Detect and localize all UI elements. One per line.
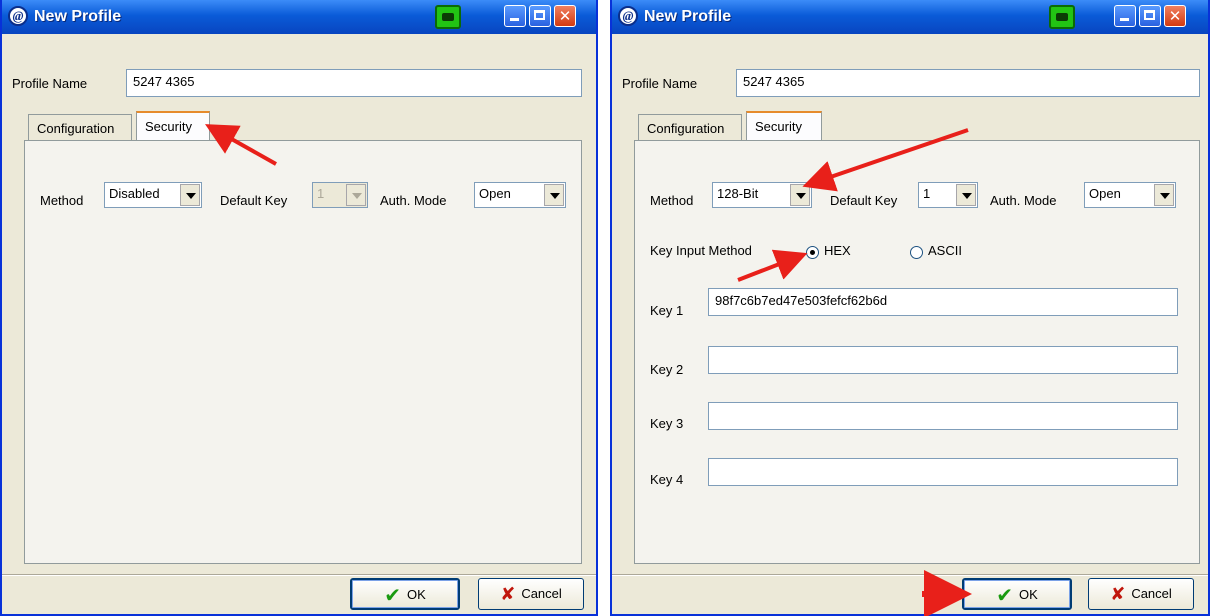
chevron-down-icon[interactable] xyxy=(180,184,200,206)
ok-button-label: OK xyxy=(1018,587,1038,602)
key-4-label: Key 4 xyxy=(650,472,684,487)
tab-configuration[interactable]: Configuration xyxy=(28,114,132,140)
method-dropdown-value: 128-Bit xyxy=(717,186,759,201)
x-icon: ✘ xyxy=(1110,584,1126,605)
footer-divider xyxy=(2,574,596,576)
auth-mode-label: Auth. Mode xyxy=(990,193,1057,208)
chevron-down-icon[interactable] xyxy=(956,184,976,206)
x-icon: ✘ xyxy=(500,584,516,605)
ok-button[interactable]: ✔ OK xyxy=(350,578,460,610)
auth-mode-dropdown[interactable]: Open xyxy=(1084,182,1176,208)
key-2-input[interactable] xyxy=(708,346,1178,374)
network-icon[interactable] xyxy=(1049,5,1075,29)
method-dropdown-value: Disabled xyxy=(109,186,160,201)
ok-button[interactable]: ✔ OK xyxy=(962,578,1072,610)
chevron-down-icon xyxy=(346,184,366,206)
app-logo-icon: @ xyxy=(618,6,638,26)
profile-name-input[interactable]: 5247 4365 xyxy=(736,69,1200,97)
key-2-label: Key 2 xyxy=(650,362,684,377)
title-bar[interactable]: @ New Profile ✕ xyxy=(2,0,596,34)
auth-mode-value: Open xyxy=(479,186,511,201)
key-4-input[interactable] xyxy=(708,458,1178,486)
window-title: New Profile xyxy=(34,8,122,25)
profile-name-label: Profile Name xyxy=(622,76,698,91)
app-logo-icon: @ xyxy=(8,6,28,26)
chevron-down-icon[interactable] xyxy=(790,184,810,206)
right-dialog-window: @ New Profile ✕ Profile Name 5247 4365 C… xyxy=(610,0,1210,616)
cancel-button[interactable]: ✘ Cancel xyxy=(1088,578,1194,610)
network-icon[interactable] xyxy=(435,5,461,29)
window-title: New Profile xyxy=(644,8,732,25)
footer-divider xyxy=(612,574,1208,576)
key-input-method-label: Key Input Method xyxy=(650,243,752,258)
key-3-label: Key 3 xyxy=(650,416,684,431)
tab-security[interactable]: Security xyxy=(746,111,822,141)
tab-security[interactable]: Security xyxy=(136,111,210,141)
chevron-down-icon[interactable] xyxy=(544,184,564,206)
minimize-icon[interactable] xyxy=(504,5,526,27)
key-1-input[interactable]: 98f7c6b7ed47e503fefcf62b6d xyxy=(708,288,1178,316)
method-label: Method xyxy=(40,193,84,208)
checkmark-icon: ✔ xyxy=(384,583,401,607)
ascii-radio[interactable] xyxy=(910,246,923,259)
default-key-value: 1 xyxy=(317,186,325,201)
key-3-input[interactable] xyxy=(708,402,1178,430)
method-dropdown[interactable]: 128-Bit xyxy=(712,182,812,208)
cancel-button-label: Cancel xyxy=(1131,586,1172,601)
maximize-icon[interactable] xyxy=(1139,5,1161,27)
profile-name-label: Profile Name xyxy=(12,76,88,91)
maximize-icon[interactable] xyxy=(529,5,551,27)
tab-configuration[interactable]: Configuration xyxy=(638,114,742,140)
method-label: Method xyxy=(650,193,694,208)
cancel-button-label: Cancel xyxy=(521,586,562,601)
default-key-value: 1 xyxy=(923,186,931,201)
hex-radio-label[interactable]: HEX xyxy=(824,243,851,258)
chevron-down-icon[interactable] xyxy=(1154,184,1174,206)
close-icon[interactable]: ✕ xyxy=(554,5,576,27)
ok-button-label: OK xyxy=(406,587,426,602)
default-key-label: Default Key xyxy=(220,193,288,208)
auth-mode-label: Auth. Mode xyxy=(380,193,447,208)
ascii-radio-label[interactable]: ASCII xyxy=(928,243,962,258)
cancel-button[interactable]: ✘ Cancel xyxy=(478,578,584,610)
left-dialog-window: @ New Profile ✕ Profile Name 5247 4365 C… xyxy=(0,0,598,616)
checkmark-icon: ✔ xyxy=(996,583,1013,607)
close-icon[interactable]: ✕ xyxy=(1164,5,1186,27)
auth-mode-value: Open xyxy=(1089,186,1121,201)
minimize-icon[interactable] xyxy=(1114,5,1136,27)
method-dropdown[interactable]: Disabled xyxy=(104,182,202,208)
default-key-label: Default Key xyxy=(830,193,898,208)
hex-radio[interactable] xyxy=(806,246,819,259)
auth-mode-dropdown[interactable]: Open xyxy=(474,182,566,208)
title-bar[interactable]: @ New Profile ✕ xyxy=(612,0,1208,34)
default-key-dropdown[interactable]: 1 xyxy=(918,182,978,208)
key-1-label: Key 1 xyxy=(650,303,684,318)
default-key-dropdown: 1 xyxy=(312,182,368,208)
profile-name-input[interactable]: 5247 4365 xyxy=(126,69,582,97)
